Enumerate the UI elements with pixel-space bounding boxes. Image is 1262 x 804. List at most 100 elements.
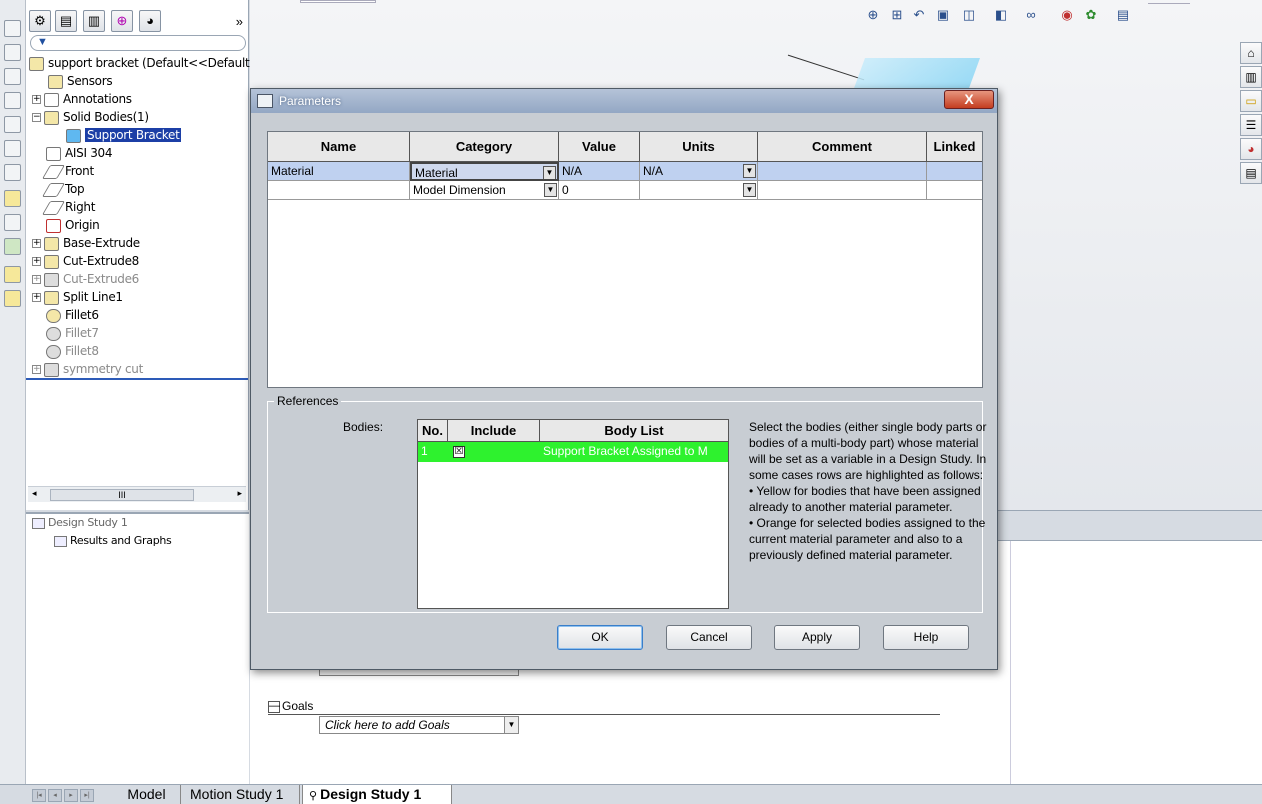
help-button[interactable]: Help — [883, 625, 969, 650]
results-and-graphs-item[interactable]: Results and Graphs — [54, 534, 172, 547]
view-orientation-icon[interactable]: ◫ — [960, 6, 978, 24]
expand-icon[interactable]: + — [32, 293, 41, 302]
expand-icon[interactable]: + — [32, 95, 41, 104]
tree-item-sensors[interactable]: Sensors — [48, 72, 113, 90]
zoom-area-icon[interactable]: ⊞ — [888, 6, 906, 24]
collapse-icon[interactable]: − — [32, 113, 41, 122]
tree-item-material[interactable]: AISI 304 — [46, 144, 113, 162]
param-comment-cell[interactable] — [758, 162, 927, 181]
design-study-icon[interactable] — [4, 238, 21, 255]
rollback-bar[interactable] — [26, 378, 248, 380]
tree-item-cut-extrude6[interactable]: + Cut-Extrude6 — [32, 270, 139, 288]
scroll-left-icon[interactable]: ◂ — [32, 488, 37, 499]
scroll-right-icon[interactable]: ▸ — [237, 488, 242, 499]
tool-icon[interactable] — [4, 164, 21, 181]
param-comment-cell[interactable] — [758, 181, 927, 200]
expand-icon[interactable]: + — [32, 365, 41, 374]
tool-icon[interactable] — [4, 44, 21, 61]
property-manager-tab[interactable]: ▤ — [55, 10, 77, 32]
dialog-titlebar[interactable]: Parameters X — [251, 89, 997, 113]
tree-item-symmetry-cut[interactable]: + symmetry cut — [32, 360, 143, 378]
column-header-name[interactable]: Name — [268, 132, 410, 162]
tree-item-front-plane[interactable]: Front — [41, 162, 94, 180]
home-icon[interactable]: ⌂ — [1240, 42, 1262, 64]
tree-item-annotations[interactable]: + Annotations — [32, 90, 132, 108]
tree-filter-input[interactable]: ▼ — [30, 35, 246, 51]
last-tab-icon[interactable]: ▸| — [80, 789, 94, 802]
table-row[interactable]: 1 ☒ Support Bracket Assigned to M — [418, 442, 728, 462]
apply-scene-icon[interactable]: ✿ — [1082, 6, 1100, 24]
column-header-units[interactable]: Units — [640, 132, 758, 162]
design-study-root[interactable]: Design Study 1 — [32, 516, 128, 529]
chevron-down-icon[interactable]: ▼ — [504, 717, 518, 733]
tool-icon[interactable] — [4, 140, 21, 157]
view-palette-icon[interactable]: ☰ — [1240, 114, 1262, 136]
param-linked-cell[interactable] — [927, 181, 982, 200]
tool-icon[interactable] — [4, 116, 21, 133]
tree-item-cut-extrude8[interactable]: + Cut-Extrude8 — [32, 252, 139, 270]
cancel-button[interactable]: Cancel — [666, 625, 752, 650]
zoom-to-fit-icon[interactable]: ⊕ — [864, 6, 882, 24]
feature-icon[interactable] — [4, 290, 21, 307]
param-category-select[interactable]: Model Dimension ▼ — [410, 181, 559, 200]
tab-motion-study[interactable]: Motion Study 1 — [184, 785, 300, 804]
add-goals-dropdown[interactable]: Click here to add Goals ▼ — [319, 716, 519, 734]
tree-item-fillet7[interactable]: Fillet7 — [46, 324, 99, 342]
include-checkbox[interactable]: ☒ — [453, 446, 465, 458]
tab-model[interactable]: Model — [113, 785, 181, 804]
tree-item-base-extrude[interactable]: + Base-Extrude — [32, 234, 140, 252]
scroll-thumb[interactable]: III — [50, 489, 194, 501]
ok-button[interactable]: OK — [557, 625, 643, 650]
param-value-cell[interactable]: 0 — [559, 181, 640, 200]
dimxpert-tab[interactable]: ⊕ — [111, 10, 133, 32]
tree-item-support-bracket[interactable]: Support Bracket — [66, 126, 182, 144]
more-tabs-icon[interactable]: » — [236, 14, 243, 29]
chevron-down-icon[interactable]: ▼ — [743, 164, 756, 178]
horizontal-scrollbar[interactable]: ◂ III ▸ — [28, 486, 246, 502]
configuration-manager-tab[interactable]: ▥ — [83, 10, 105, 32]
display-manager-tab[interactable]: ◕ — [139, 10, 161, 32]
tree-item-solid-bodies[interactable]: − Solid Bodies(1) — [32, 108, 149, 126]
chevron-down-icon[interactable]: ▼ — [544, 183, 557, 197]
param-value-cell[interactable]: N/A — [559, 162, 640, 181]
tree-item-fillet8[interactable]: Fillet8 — [46, 342, 99, 360]
section-view-icon[interactable]: ▣ — [934, 6, 952, 24]
custom-properties-icon[interactable]: ▤ — [1240, 162, 1262, 184]
close-button[interactable]: X — [944, 90, 994, 109]
param-linked-cell[interactable] — [927, 162, 982, 181]
param-units-select[interactable]: ▼ — [640, 181, 758, 200]
tree-item-top-plane[interactable]: Top — [41, 180, 85, 198]
apply-button[interactable]: Apply — [774, 625, 860, 650]
column-header-body-list[interactable]: Body List — [540, 420, 728, 442]
window-tab[interactable] — [300, 0, 376, 3]
hide-show-icon[interactable]: ∞ — [1022, 6, 1040, 24]
column-header-comment[interactable]: Comment — [758, 132, 927, 162]
expand-icon[interactable]: + — [32, 239, 41, 248]
column-header-include[interactable]: Include — [448, 420, 540, 442]
tree-item-split-line1[interactable]: + Split Line1 — [32, 288, 123, 306]
sketch-icon[interactable] — [4, 190, 21, 207]
column-header-value[interactable]: Value — [559, 132, 640, 162]
library-icon[interactable]: ▥ — [1240, 66, 1262, 88]
feature-icon[interactable] — [4, 266, 21, 283]
smart-dimension-icon[interactable] — [4, 214, 21, 231]
display-style-icon[interactable]: ◧ — [992, 6, 1010, 24]
expand-icon[interactable]: + — [32, 257, 41, 266]
param-name-cell[interactable]: Material — [268, 162, 410, 181]
expand-icon[interactable]: + — [32, 275, 41, 284]
tree-item-fillet6[interactable]: Fillet6 — [46, 306, 99, 324]
next-tab-icon[interactable]: ▸ — [64, 789, 78, 802]
collapse-goals-icon[interactable]: — — [268, 700, 280, 713]
param-units-select[interactable]: N/A ▼ — [640, 162, 758, 181]
param-category-select[interactable]: Material ▼ — [410, 162, 559, 181]
first-tab-icon[interactable]: |◂ — [32, 789, 46, 802]
folder-icon[interactable]: ▭ — [1240, 90, 1262, 112]
tool-icon[interactable] — [4, 68, 21, 85]
tool-icon[interactable] — [4, 92, 21, 109]
column-header-no[interactable]: No. — [418, 420, 448, 442]
column-header-category[interactable]: Category — [410, 132, 559, 162]
tree-item-right-plane[interactable]: Right — [41, 198, 95, 216]
prev-tab-icon[interactable]: ◂ — [48, 789, 62, 802]
chevron-down-icon[interactable]: ▼ — [543, 166, 556, 179]
tree-item-origin[interactable]: Origin — [46, 216, 100, 234]
